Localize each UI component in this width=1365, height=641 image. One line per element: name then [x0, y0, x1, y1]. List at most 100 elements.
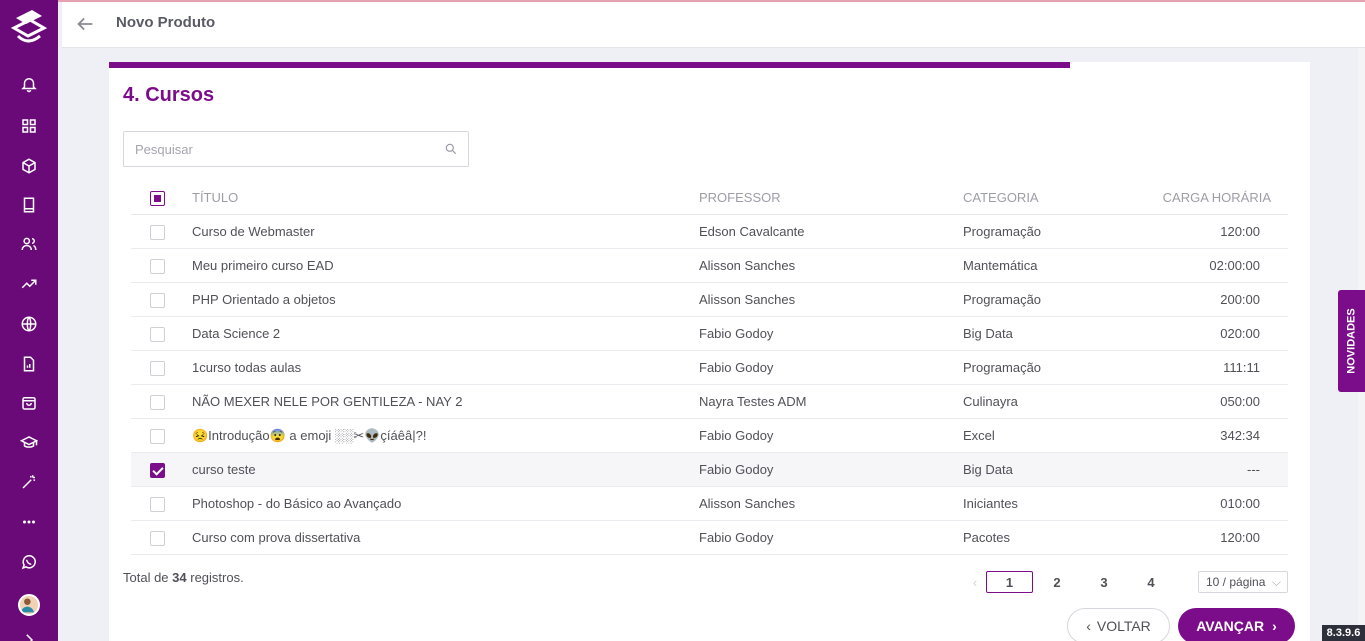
magic-wand-icon[interactable] [17, 470, 41, 494]
row-checkbox[interactable] [150, 395, 165, 410]
search-input[interactable] [124, 132, 424, 166]
total-suffix: registros. [186, 570, 244, 585]
course-category: Big Data [963, 462, 1013, 477]
table-row[interactable]: NÃO MEXER NELE POR GENTILEZA - NAY 2 Nayr… [131, 385, 1288, 419]
table-header: TÍTULO PROFESSOR CATEGORIA CARGA HORÁRIA [131, 181, 1288, 215]
course-professor: Nayra Testes ADM [699, 394, 807, 409]
news-side-tab-label: NOVIDADES [1345, 308, 1358, 374]
total-count: 34 [172, 570, 187, 585]
search-icon[interactable] [444, 142, 458, 156]
back-arrow-icon[interactable] [74, 13, 96, 35]
page-header: Novo Produto [62, 2, 1365, 48]
course-title: curso teste [192, 462, 256, 477]
page-size-select[interactable]: 10 / página ⌵ [1198, 571, 1288, 593]
table-row[interactable]: Photoshop - do Básico ao Avançado Alisson… [131, 487, 1288, 521]
back-button-label: VOLTAR [1096, 618, 1151, 634]
course-category: Programação [963, 292, 1042, 307]
course-professor: Edson Cavalcante [699, 224, 805, 239]
pagination-page-2[interactable]: 2 [1047, 571, 1067, 593]
next-button[interactable]: AVANÇAR › [1178, 608, 1295, 641]
course-professor: Alisson Sanches [699, 496, 796, 511]
back-button[interactable]: ‹ VOLTAR [1067, 608, 1170, 641]
table-row[interactable]: Curso com prova dissertativa Fabio Godoy P… [131, 521, 1288, 555]
box-icon[interactable] [17, 154, 41, 178]
pagination-page-4[interactable]: 4 [1141, 571, 1161, 593]
search-field[interactable] [123, 131, 469, 167]
sidebar [0, 0, 58, 641]
pagination-page-1[interactable]: 1 [986, 571, 1033, 593]
graduation-icon[interactable] [17, 431, 41, 455]
globe-icon[interactable] [17, 312, 41, 336]
row-checkbox[interactable] [150, 429, 165, 444]
pagination-prev-button[interactable]: ‹ [967, 571, 983, 593]
report-icon[interactable] [17, 352, 41, 376]
row-checkbox[interactable] [150, 293, 165, 308]
course-professor: Fabio Godoy [699, 462, 774, 477]
chevron-down-icon: ⌵ [1271, 575, 1281, 589]
course-category: Programação [963, 360, 1042, 375]
course-hours: --- [1247, 462, 1260, 477]
book-icon[interactable] [17, 193, 41, 217]
next-button-label: AVANÇAR [1196, 618, 1265, 634]
course-category: Iniciantes [963, 496, 1018, 511]
course-hours: 111:11 [1223, 360, 1260, 375]
whatsapp-icon[interactable] [17, 550, 41, 574]
bag-icon[interactable] [17, 391, 41, 415]
column-header-professor[interactable]: PROFESSOR [699, 181, 781, 215]
more-icon[interactable] [17, 510, 41, 534]
course-professor: Fabio Godoy [699, 326, 774, 341]
course-category: Culinayra [963, 394, 1018, 409]
table-row[interactable]: 😣Introdução😨 a emoji ░░✂👽çíáêâ|?! Fabio G… [131, 419, 1288, 453]
course-hours: 050:00 [1220, 394, 1260, 409]
course-title: PHP Orientado a objetos [192, 292, 336, 307]
course-hours: 020:00 [1220, 326, 1260, 341]
course-professor: Fabio Godoy [699, 530, 774, 545]
row-checkbox[interactable] [150, 463, 165, 478]
course-hours: 120:00 [1220, 530, 1260, 545]
course-title: Photoshop - do Básico ao Avançado [192, 496, 402, 511]
row-checkbox[interactable] [150, 327, 165, 342]
column-header-title[interactable]: TÍTULO [192, 181, 238, 215]
course-professor: Fabio Godoy [699, 360, 774, 375]
total-records: Total de 34 registros. [123, 570, 244, 585]
row-checkbox[interactable] [150, 361, 165, 376]
avatar[interactable] [18, 594, 40, 616]
users-icon[interactable] [17, 232, 41, 256]
chevron-right-icon: › [1272, 618, 1277, 634]
chevron-right-icon[interactable] [17, 628, 41, 641]
select-all-checkbox[interactable] [150, 191, 165, 206]
table-row[interactable]: PHP Orientado a objetos Alisson Sanches Pr… [131, 283, 1288, 317]
course-category: Big Data [963, 326, 1013, 341]
course-title: Data Science 2 [192, 326, 281, 341]
trending-icon[interactable] [17, 272, 41, 296]
column-header-hours[interactable]: CARGA HORÁRIA [1141, 181, 1271, 215]
table-row[interactable]: Data Science 2 Fabio Godoy Big Data 020:00 [131, 317, 1288, 351]
table-row[interactable]: Curso de Webmaster Edson Cavalcante Progra… [131, 215, 1288, 249]
course-hours: 200:00 [1220, 292, 1260, 307]
row-checkbox[interactable] [150, 225, 165, 240]
course-title: 😣Introdução😨 a emoji ░░✂👽çíáêâ|?! [192, 428, 427, 443]
course-category: Pacotes [963, 530, 1010, 545]
course-hours: 342:34 [1220, 428, 1260, 443]
row-checkbox[interactable] [150, 531, 165, 546]
table-row[interactable]: 1curso todas aulas Fabio Godoy Programação… [131, 351, 1288, 385]
course-title: 1curso todas aulas [192, 360, 302, 375]
table-row[interactable]: curso teste Fabio Godoy Big Data --- [131, 453, 1288, 487]
course-title: Meu primeiro curso EAD [192, 258, 334, 273]
step-title: 4. Cursos [123, 84, 215, 106]
course-professor: Alisson Sanches [699, 258, 796, 273]
news-side-tab[interactable]: NOVIDADES [1338, 290, 1365, 392]
course-category: Excel [963, 428, 995, 443]
course-hours: 02:00:00 [1209, 258, 1260, 273]
brand-logo[interactable] [10, 6, 48, 46]
row-checkbox[interactable] [150, 497, 165, 512]
column-header-category[interactable]: CATEGORIA [963, 181, 1039, 215]
table-row[interactable]: Meu primeiro curso EAD Alisson Sanches Man… [131, 249, 1288, 283]
row-checkbox[interactable] [150, 259, 165, 274]
course-category: Mantemática [963, 258, 1038, 273]
grid-icon[interactable] [17, 114, 41, 138]
courses-table: TÍTULO PROFESSOR CATEGORIA CARGA HORÁRIA… [131, 181, 1288, 555]
bell-icon[interactable] [17, 72, 41, 96]
pagination-page-3[interactable]: 3 [1094, 571, 1114, 593]
course-title: Curso com prova dissertativa [192, 530, 361, 545]
